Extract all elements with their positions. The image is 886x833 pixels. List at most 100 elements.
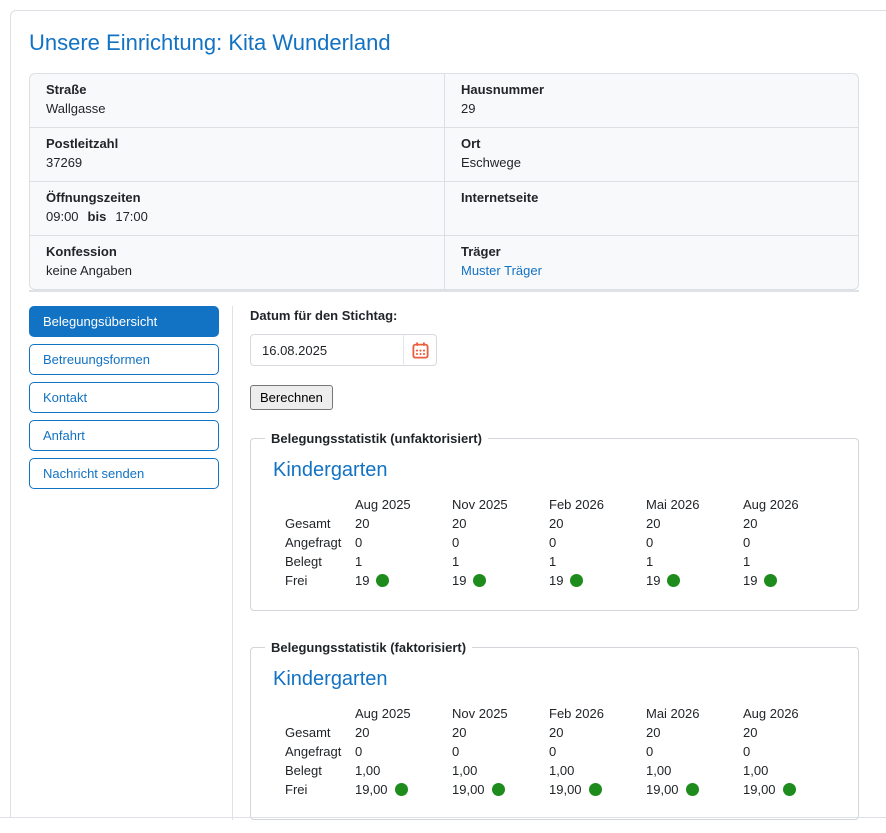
- stats-value-text: 19: [452, 573, 466, 588]
- traeger-link[interactable]: Muster Träger: [461, 263, 542, 278]
- status-dot-green: [589, 783, 602, 796]
- content-wrap: Unsere Einrichtung: Kita Wunderland Stra…: [29, 30, 859, 832]
- stats-value: 19,00: [452, 780, 549, 799]
- stats-row-label: Belegt: [285, 761, 355, 780]
- field-label: Postleitzahl: [46, 136, 428, 152]
- stats-row-label: Angefragt: [285, 742, 355, 761]
- stats-row-label: Frei: [285, 780, 355, 799]
- field-value: Wallgasse: [46, 101, 428, 117]
- stats-row-angefragt: Angefragt 0 0 0 0 0: [285, 742, 840, 761]
- stats-value: 1,00: [355, 761, 452, 780]
- stats-table: Aug 2025 Nov 2025 Feb 2026 Mai 2026 Aug …: [285, 495, 840, 590]
- group-title-kindergarten: Kindergarten: [273, 459, 846, 482]
- status-dot-green: [570, 574, 583, 587]
- field-label: Ort: [461, 136, 842, 152]
- occupancy-panel: Datum für den Stichtag:: [250, 306, 859, 820]
- stats-value: 1,00: [452, 761, 549, 780]
- field-value: 37269: [46, 155, 428, 171]
- field-label: Hausnummer: [461, 82, 842, 98]
- field-value: keine Angaben: [46, 263, 428, 279]
- stats-value-text: 19,00: [646, 782, 679, 797]
- info-field-konfession: Konfession keine Angaben: [30, 236, 444, 289]
- sidebar-nav: Belegungsübersicht Betreuungsformen Kont…: [29, 306, 232, 820]
- status-dot-green: [686, 783, 699, 796]
- stats-row-gesamt: Gesamt 20 20 20 20 20: [285, 723, 840, 742]
- stats-row-belegt: Belegt 1 1 1 1 1: [285, 552, 840, 571]
- stats-header-row: Aug 2025 Nov 2025 Feb 2026 Mai 2026 Aug …: [285, 495, 840, 514]
- group-title-kindergarten: Kindergarten: [273, 668, 846, 691]
- date-input[interactable]: [250, 334, 404, 366]
- sidebar-item-anfahrt[interactable]: Anfahrt: [29, 420, 219, 451]
- field-label: Öffnungszeiten: [46, 190, 428, 206]
- stats-value: 19: [549, 571, 646, 590]
- status-dot-green: [492, 783, 505, 796]
- status-dot-green: [764, 574, 777, 587]
- stats-col-header: Feb 2026: [549, 704, 646, 723]
- stats-value: 1,00: [646, 761, 743, 780]
- stats-value-text: 19,00: [355, 782, 388, 797]
- field-value: Muster Träger: [461, 263, 842, 279]
- stats-col-header: Mai 2026: [646, 704, 743, 723]
- status-dot-green: [783, 783, 796, 796]
- stats-row-belegt: Belegt 1,00 1,00 1,00 1,00 1,00: [285, 761, 840, 780]
- stats-value: 1: [549, 552, 646, 571]
- info-field-traeger: Träger Muster Träger: [444, 236, 858, 289]
- field-label: Träger: [461, 244, 842, 260]
- stats-legend: Belegungsstatistik (unfaktorisiert): [265, 431, 488, 446]
- stats-value: 1: [646, 552, 743, 571]
- opening-to: 17:00: [115, 209, 148, 224]
- stats-row-gesamt: Gesamt 20 20 20 20 20: [285, 514, 840, 533]
- stats-header-spacer: [285, 704, 355, 723]
- info-field-strasse: Straße Wallgasse: [30, 74, 444, 128]
- stats-legend: Belegungsstatistik (faktorisiert): [265, 640, 472, 655]
- stats-value-text: 19: [355, 573, 369, 588]
- stats-value: 20: [646, 514, 743, 533]
- stats-value: 20: [549, 723, 646, 742]
- field-label: Internetseite: [461, 190, 842, 206]
- stats-row-label: Gesamt: [285, 514, 355, 533]
- stats-value: 20: [452, 723, 549, 742]
- info-field-postleitzahl: Postleitzahl 37269: [30, 128, 444, 182]
- stats-value: 0: [646, 533, 743, 552]
- stats-value: 20: [355, 514, 452, 533]
- stats-value: 0: [452, 742, 549, 761]
- main-area: Belegungsübersicht Betreuungsformen Kont…: [29, 306, 859, 832]
- sidebar-item-kontakt[interactable]: Kontakt: [29, 382, 219, 413]
- stats-value: 19: [452, 571, 549, 590]
- stats-row-label: Frei: [285, 571, 355, 590]
- stats-value: 0: [549, 533, 646, 552]
- status-dot-green: [376, 574, 389, 587]
- stats-value: 0: [646, 742, 743, 761]
- stats-value: 19,00: [646, 780, 743, 799]
- stats-value: 19: [743, 571, 840, 590]
- facility-page-card: Unsere Einrichtung: Kita Wunderland Stra…: [10, 10, 886, 817]
- stats-table: Aug 2025 Nov 2025 Feb 2026 Mai 2026 Aug …: [285, 704, 840, 799]
- stats-col-header: Aug 2026: [743, 495, 840, 514]
- opening-from: 09:00: [46, 209, 79, 224]
- sidebar-item-nachricht-senden[interactable]: Nachricht senden: [29, 458, 219, 489]
- stats-fieldset-unfaktorisiert: Belegungsstatistik (unfaktorisiert) Kind…: [250, 431, 859, 611]
- calculate-button[interactable]: Berechnen: [250, 385, 333, 410]
- stats-value-text: 19: [646, 573, 660, 588]
- stats-value: 1,00: [743, 761, 840, 780]
- stats-value: 0: [743, 742, 840, 761]
- page-title: Unsere Einrichtung: Kita Wunderland: [29, 30, 859, 56]
- sidebar-item-betreuungsformen[interactable]: Betreuungsformen: [29, 344, 219, 375]
- vertical-divider: [232, 306, 233, 820]
- stats-col-header: Aug 2025: [355, 495, 452, 514]
- stats-row-frei: Frei 19,00 19,00 19,00 19,00 19,00: [285, 780, 840, 799]
- stats-value: 19: [646, 571, 743, 590]
- stats-value-text: 19: [549, 573, 563, 588]
- stats-row-label: Belegt: [285, 552, 355, 571]
- calendar-icon: [412, 342, 429, 359]
- stats-col-header: Aug 2025: [355, 704, 452, 723]
- stats-value: 0: [452, 533, 549, 552]
- info-field-internetseite: Internetseite: [444, 182, 858, 236]
- stats-value: 19: [355, 571, 452, 590]
- sidebar-item-belegungsuebersicht[interactable]: Belegungsübersicht: [29, 306, 219, 337]
- status-dot-green: [667, 574, 680, 587]
- date-label: Datum für den Stichtag:: [250, 308, 859, 324]
- stats-col-header: Nov 2025: [452, 704, 549, 723]
- stats-value: 19,00: [743, 780, 840, 799]
- calendar-picker-button[interactable]: [404, 334, 437, 366]
